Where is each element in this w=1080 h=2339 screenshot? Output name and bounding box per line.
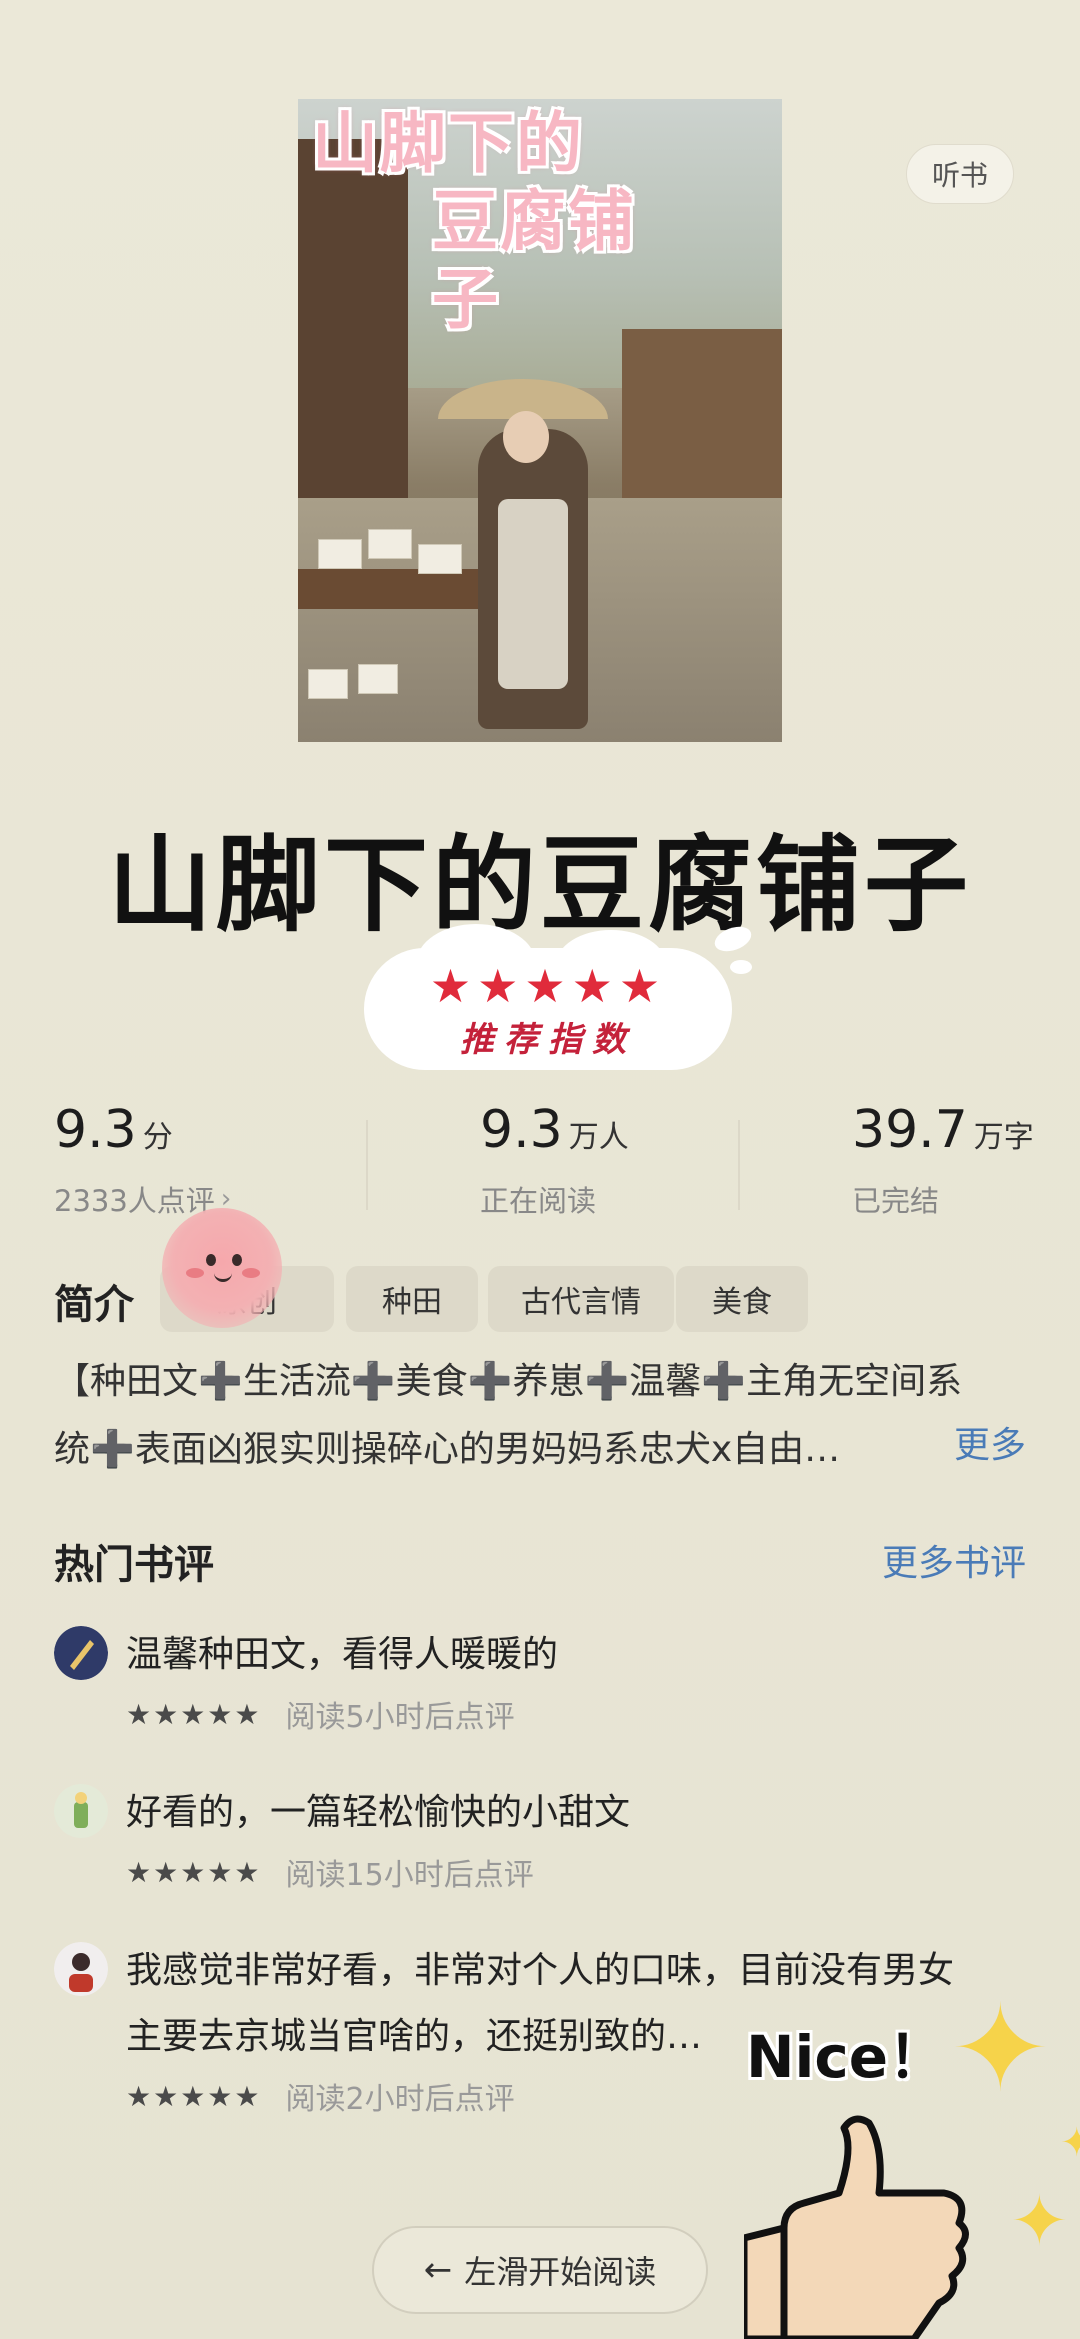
intro-description[interactable]: 【种田文➕生活流➕美食➕养崽➕温馨➕主角无空间系 统➕表面凶狠实则操碎心的男妈妈… bbox=[54, 1348, 1030, 1484]
cover-title: 山脚下的 豆腐铺子 bbox=[312, 105, 652, 339]
nice-sticker-text: Nice！ bbox=[746, 2023, 947, 2091]
cover-tofu bbox=[318, 539, 362, 569]
book-detail-page: 山脚下的 豆腐铺子 听书 山脚下的豆腐铺子 ★★★★★ 推荐指数 9.3 分 23… bbox=[0, 0, 1080, 2339]
review-meta: ★★★★★ 阅读15小时后点评 bbox=[126, 1850, 534, 1894]
rating-count: 2333人点评 bbox=[54, 1184, 215, 1218]
book-cover-image[interactable]: 山脚下的 豆腐铺子 bbox=[298, 99, 782, 742]
sparkle-icon: ✦ bbox=[1010, 2180, 1069, 2262]
sticker-mouth bbox=[214, 1272, 232, 1282]
rating-value: 9.3 bbox=[54, 1100, 137, 1160]
sticker-eye bbox=[206, 1254, 216, 1266]
recommend-label: 推荐指数 bbox=[460, 1020, 636, 1060]
rating-stat[interactable]: 9.3 分 2333人点评 › bbox=[54, 1100, 231, 1220]
arrow-left-icon: ← bbox=[423, 2250, 453, 2290]
cover-tofu bbox=[368, 529, 412, 559]
cloud-bubble bbox=[730, 960, 752, 974]
avatar bbox=[54, 1784, 108, 1838]
cover-apron bbox=[498, 499, 568, 689]
readers-stat: 9.3 万人 正在阅读 bbox=[480, 1100, 629, 1220]
cover-face bbox=[503, 411, 549, 463]
cover-title-line2: 豆腐铺子 bbox=[432, 183, 636, 338]
recommend-badge: ★★★★★ 推荐指数 bbox=[366, 924, 730, 1068]
sparkle-icon: ✦ bbox=[950, 1980, 1051, 2119]
intro-more-link[interactable]: 更多 bbox=[954, 1416, 1026, 1468]
words-value: 39.7 bbox=[852, 1100, 968, 1160]
review-text-line1: 我感觉非常好看，非常对个人的口味，目前没有男女 bbox=[126, 1950, 955, 1991]
cover-title-line1: 山脚下的 bbox=[312, 105, 584, 182]
sticker-cheek bbox=[186, 1268, 204, 1278]
cover-tofu bbox=[418, 544, 462, 574]
sticker-cheek bbox=[242, 1268, 260, 1278]
tag-ancient-romance[interactable]: 古代言情 bbox=[488, 1266, 674, 1332]
review-item[interactable]: 温馨种田文，看得人暖暖的 ★★★★★ 阅读5小时后点评 bbox=[54, 1622, 1034, 1735]
intro-label: 简介 bbox=[54, 1282, 134, 1328]
avatar bbox=[54, 1626, 108, 1680]
status-label: 已完结 bbox=[852, 1184, 940, 1218]
cover-tofu bbox=[358, 664, 398, 694]
readers-label: 正在阅读 bbox=[480, 1184, 597, 1218]
avatar bbox=[54, 1942, 108, 1996]
hot-reviews-title: 热门书评 bbox=[54, 1542, 214, 1588]
thumbs-up-icon bbox=[744, 2115, 969, 2339]
sticker-eye bbox=[232, 1254, 242, 1266]
cover-tofu bbox=[308, 669, 348, 699]
pink-face-sticker bbox=[162, 1208, 282, 1328]
review-stars: ★★★★★ bbox=[126, 1855, 262, 1889]
review-text: 温馨种田文，看得人暖暖的 bbox=[126, 1634, 559, 1675]
divider bbox=[366, 1120, 368, 1210]
review-meta: ★★★★★ 阅读5小时后点评 bbox=[126, 1692, 515, 1736]
recommend-stars: ★★★★★ bbox=[429, 959, 667, 1013]
review-time: 阅读2小时后点评 bbox=[285, 2082, 515, 2117]
review-item[interactable]: 好看的，一篇轻松愉快的小甜文 ★★★★★ 阅读15小时后点评 bbox=[54, 1780, 1034, 1893]
sparkle-icon: ✦ bbox=[1060, 2120, 1080, 2166]
review-stars: ★★★★★ bbox=[126, 2079, 262, 2113]
start-reading-button[interactable]: ← 左滑开始阅读 bbox=[372, 2226, 708, 2314]
tag-food[interactable]: 美食 bbox=[676, 1266, 808, 1332]
rating-unit: 分 bbox=[142, 1120, 173, 1155]
readers-value: 9.3 bbox=[480, 1100, 563, 1160]
review-time: 阅读5小时后点评 bbox=[285, 1700, 515, 1735]
listen-book-button[interactable]: 听书 bbox=[906, 144, 1014, 204]
cover-table bbox=[298, 569, 498, 609]
tag-farming[interactable]: 种田 bbox=[346, 1266, 478, 1332]
stats-row: 9.3 分 2333人点评 › 9.3 万人 正在阅读 39.7 万字 已完结 bbox=[0, 1100, 1080, 1230]
start-reading-label: 左滑开始阅读 bbox=[464, 2253, 657, 2291]
review-stars: ★★★★★ bbox=[126, 1697, 262, 1731]
review-text: 好看的，一篇轻松愉快的小甜文 bbox=[126, 1792, 631, 1833]
review-meta: ★★★★★ 阅读2小时后点评 bbox=[126, 2074, 515, 2118]
book-title: 山脚下的豆腐铺子 bbox=[107, 824, 972, 946]
intro-line-2: 统➕表面凶狠实则操碎心的男妈妈系忠犬x自由… bbox=[54, 1429, 841, 1470]
readers-unit: 万人 bbox=[568, 1120, 629, 1155]
review-time: 阅读15小时后点评 bbox=[285, 1858, 534, 1893]
divider bbox=[738, 1120, 740, 1210]
words-stat: 39.7 万字 已完结 bbox=[852, 1100, 1034, 1220]
intro-line-1: 【种田文➕生活流➕美食➕养崽➕温馨➕主角无空间系 bbox=[54, 1361, 963, 1402]
more-reviews-link[interactable]: 更多书评 bbox=[882, 1534, 1026, 1586]
words-unit: 万字 bbox=[973, 1120, 1034, 1155]
